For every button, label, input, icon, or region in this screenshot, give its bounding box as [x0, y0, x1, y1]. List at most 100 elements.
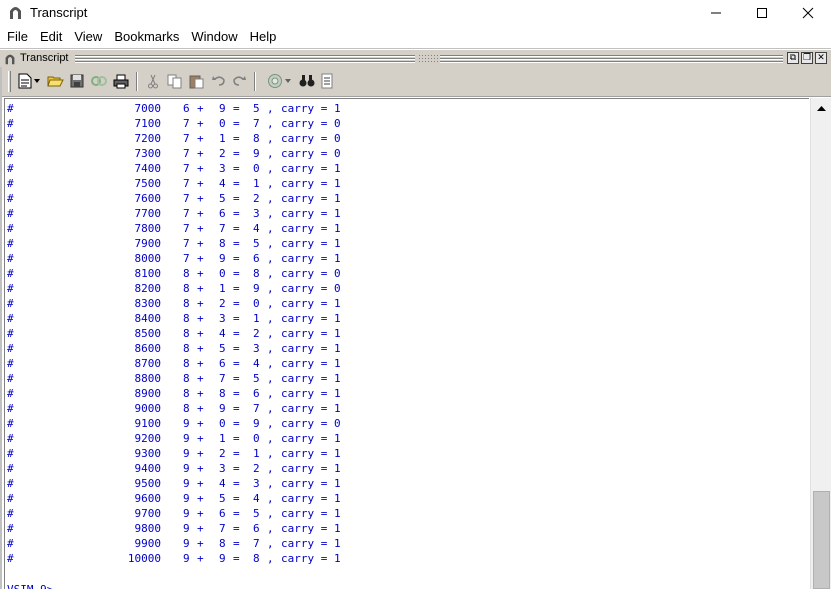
paste-button[interactable] — [188, 72, 206, 90]
title-grip — [440, 55, 783, 64]
comma: , — [267, 162, 274, 175]
save-button[interactable] — [68, 72, 86, 90]
comma: , — [267, 432, 274, 445]
operand-b: 0 — [219, 417, 226, 430]
find-replace-button[interactable] — [318, 72, 336, 90]
line-prefix: # — [7, 312, 14, 325]
carry-text: carry = 1 — [281, 297, 341, 310]
menu-bookmarks[interactable]: Bookmarks — [108, 27, 185, 47]
plus-sign: + — [197, 522, 204, 535]
minimize-icon — [711, 12, 721, 14]
target-button[interactable] — [266, 72, 284, 90]
close-button[interactable] — [785, 0, 831, 26]
line-prefix: # — [7, 462, 14, 475]
line-prefix: # — [7, 447, 14, 460]
sim-time: 9100 — [134, 417, 162, 430]
plus-sign: + — [197, 162, 204, 175]
carry-text: carry = 1 — [281, 192, 341, 205]
menu-help[interactable]: Help — [244, 27, 283, 47]
subwindow-close-button[interactable]: ✕ — [815, 52, 827, 64]
new-file-button[interactable] — [16, 72, 34, 90]
plus-sign: + — [197, 267, 204, 280]
comma: , — [267, 102, 274, 115]
carry-text: carry = 1 — [281, 357, 341, 370]
subwindow-title-bar[interactable]: Transcript ⧉ ❐ ✕ — [0, 49, 831, 67]
transcript-line: #7700 7 +6 = 3, carry = 1 — [5, 207, 805, 222]
transcript-line: #8700 8 +6 = 4, carry = 1 — [5, 357, 805, 372]
transcript-line: #7200 7 +1 = 8, carry = 0 — [5, 132, 805, 147]
carry-text: carry = 0 — [281, 132, 341, 145]
equals-sign: = — [233, 342, 240, 355]
operand-a: 8 — [183, 372, 190, 385]
copy-icon — [167, 74, 182, 88]
sim-time: 8600 — [134, 342, 162, 355]
sim-time: 9900 — [134, 537, 162, 550]
minimize-button[interactable] — [693, 0, 739, 26]
operand-b: 2 — [219, 297, 226, 310]
carry-text: carry = 1 — [281, 462, 341, 475]
sum-value: 1 — [253, 177, 260, 190]
comma: , — [267, 342, 274, 355]
line-prefix: # — [7, 357, 14, 370]
toolbar-separator — [136, 72, 138, 91]
vertical-scrollbar[interactable] — [810, 98, 831, 589]
print-icon — [113, 74, 129, 88]
sum-value: 8 — [253, 267, 260, 280]
print-button[interactable] — [112, 72, 130, 90]
find-button[interactable] — [298, 72, 316, 90]
transcript-line: #8900 8 +8 = 6, carry = 1 — [5, 387, 805, 402]
new-file-dropdown[interactable] — [33, 72, 41, 90]
menu-edit[interactable]: Edit — [34, 27, 68, 47]
maximize-button[interactable] — [739, 0, 785, 26]
sim-time: 7500 — [134, 177, 162, 190]
cut-button[interactable] — [144, 72, 162, 90]
undo-button[interactable] — [210, 72, 228, 90]
operand-b: 0 — [219, 267, 226, 280]
sum-value: 6 — [253, 252, 260, 265]
transcript-line: #8400 8 +3 = 1, carry = 1 — [5, 312, 805, 327]
toolbar-handle[interactable] — [8, 71, 11, 92]
plus-sign: + — [197, 507, 204, 520]
operand-a: 9 — [183, 417, 190, 430]
sim-time: 7900 — [134, 237, 162, 250]
redo-button[interactable] — [230, 72, 248, 90]
scrollbar-thumb[interactable] — [813, 491, 830, 589]
comma: , — [267, 522, 274, 535]
find-replace-icon — [321, 73, 333, 89]
subwindow-title: Transcript — [20, 52, 69, 64]
command-prompt[interactable]: VSIM 9> — [7, 583, 53, 589]
plus-sign: + — [197, 387, 204, 400]
equals-sign: = — [233, 282, 240, 295]
operand-b: 0 — [219, 117, 226, 130]
menu-window[interactable]: Window — [185, 27, 243, 47]
menu-file[interactable]: File — [1, 27, 34, 47]
copy-button[interactable] — [166, 72, 184, 90]
sim-time: 8700 — [134, 357, 162, 370]
open-button[interactable] — [46, 72, 64, 90]
undock-button[interactable]: ⧉ — [787, 52, 799, 64]
plus-sign: + — [197, 282, 204, 295]
carry-text: carry = 1 — [281, 372, 341, 385]
equals-sign: = — [233, 237, 240, 250]
sum-value: 3 — [253, 342, 260, 355]
transcript-line: #9000 8 +9 = 7, carry = 1 — [5, 402, 805, 417]
transcript-text-area[interactable]: #7000 6 +9 = 5, carry = 1 #7100 7 +0 = 7, carry = 0… — [4, 98, 809, 589]
comma: , — [267, 147, 274, 160]
operand-b: 5 — [219, 492, 226, 505]
equals-sign: = — [233, 507, 240, 520]
operand-b: 6 — [219, 207, 226, 220]
line-prefix: # — [7, 252, 14, 265]
carry-text: carry = 1 — [281, 552, 341, 565]
menu-view[interactable]: View — [68, 27, 108, 47]
line-prefix: # — [7, 387, 14, 400]
restore-button[interactable]: ❐ — [801, 52, 813, 64]
drag-handle-icon[interactable] — [418, 54, 438, 64]
target-dropdown[interactable] — [284, 72, 292, 90]
reload-button[interactable] — [90, 72, 108, 90]
line-prefix: # — [7, 192, 14, 205]
transcript-line: #7600 7 +5 = 2, carry = 1 — [5, 192, 805, 207]
equals-sign: = — [233, 267, 240, 280]
operand-b: 9 — [219, 102, 226, 115]
transcript-line: #10000 9 +9 = 8, carry = 1 — [5, 552, 805, 567]
scroll-up-button[interactable] — [813, 100, 830, 117]
